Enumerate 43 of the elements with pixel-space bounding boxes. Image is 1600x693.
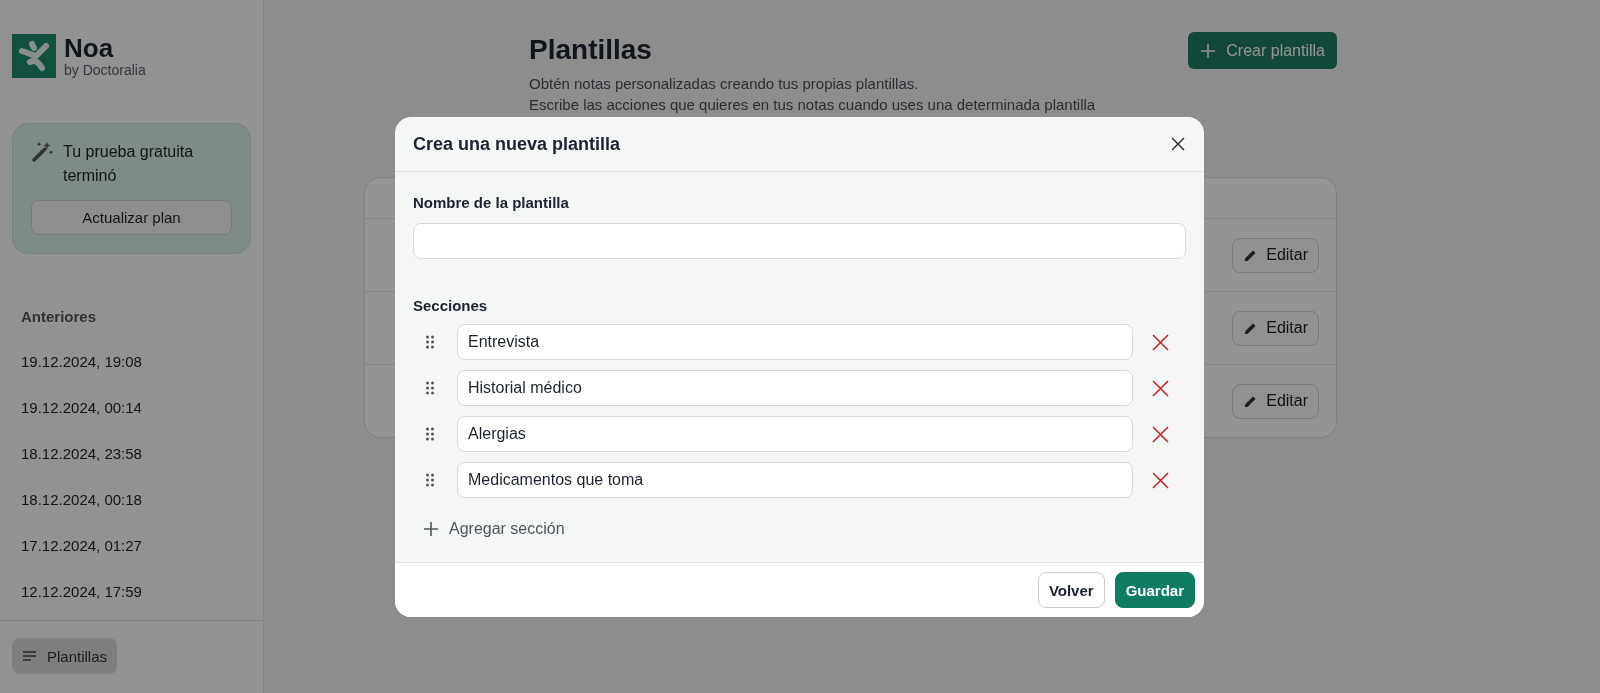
app-name: Noa bbox=[64, 34, 115, 62]
drag-handle-icon[interactable] bbox=[425, 381, 435, 395]
app-byline: by Doctoralia bbox=[64, 62, 146, 78]
history-item[interactable]: 18.12.2024, 00:18 bbox=[12, 491, 251, 509]
input-field[interactable]: Historial médico bbox=[457, 370, 1133, 406]
history-item[interactable]: 17.12.2024, 01:27 bbox=[12, 537, 251, 555]
delete-icon[interactable] bbox=[1152, 471, 1169, 489]
nav-item[interactable]: Plantillas bbox=[12, 638, 118, 674]
list-icon bbox=[22, 650, 37, 662]
history-item[interactable]: 19.12.2024, 19:08 bbox=[12, 353, 251, 371]
page-title: Plantillas bbox=[529, 34, 652, 66]
drag-handle-icon[interactable] bbox=[425, 473, 435, 487]
delete-icon[interactable] bbox=[1152, 425, 1169, 443]
section-heading: Anteriores bbox=[20, 308, 98, 325]
close-icon[interactable] bbox=[1170, 136, 1186, 152]
history-item[interactable]: 18.12.2024, 23:58 bbox=[12, 445, 251, 463]
field-label: Secciones bbox=[413, 297, 489, 314]
description-text: Obtén notas personalizadas creando tus propias plantillas. bbox=[529, 74, 920, 94]
dialog-title: Crea una nueva plantilla bbox=[413, 133, 621, 155]
add-section-button[interactable]: Agregar sección bbox=[421, 516, 567, 542]
upgrade-button[interactable]: Actualizar plan bbox=[31, 200, 232, 235]
edit-button[interactable]: Editar bbox=[1232, 237, 1319, 273]
trial-message: Tu prueba gratuita terminó bbox=[63, 142, 195, 186]
create-template-button[interactable]: Crear plantilla bbox=[1188, 32, 1337, 69]
description-text: Escribe las acciones que quieres en tus notas cuando uses una determinada plantilla bbox=[529, 95, 1097, 115]
input-field[interactable]: Medicamentos que toma bbox=[457, 462, 1133, 498]
drag-handle-icon[interactable] bbox=[425, 427, 435, 441]
delete-icon[interactable] bbox=[1152, 333, 1169, 351]
magic-wand-icon bbox=[31, 140, 53, 162]
input-field[interactable]: Entrevista bbox=[457, 324, 1133, 360]
delete-icon[interactable] bbox=[1152, 379, 1169, 397]
plus-icon bbox=[1200, 42, 1217, 59]
plus-icon bbox=[423, 521, 439, 537]
drag-handle-icon[interactable] bbox=[425, 335, 435, 349]
back-button[interactable]: Volver bbox=[1037, 572, 1105, 608]
edit-button[interactable]: Editar bbox=[1232, 310, 1319, 346]
field-label: Nombre de la plantilla bbox=[413, 194, 570, 211]
save-button[interactable]: Guardar bbox=[1114, 572, 1195, 608]
input-field[interactable] bbox=[413, 223, 1186, 259]
history-item[interactable]: 19.12.2024, 00:14 bbox=[12, 399, 251, 417]
history-item[interactable]: 12.12.2024, 17:59 bbox=[12, 583, 251, 601]
input-field[interactable]: Alergias bbox=[457, 416, 1133, 452]
edit-button[interactable]: Editar bbox=[1232, 383, 1319, 419]
